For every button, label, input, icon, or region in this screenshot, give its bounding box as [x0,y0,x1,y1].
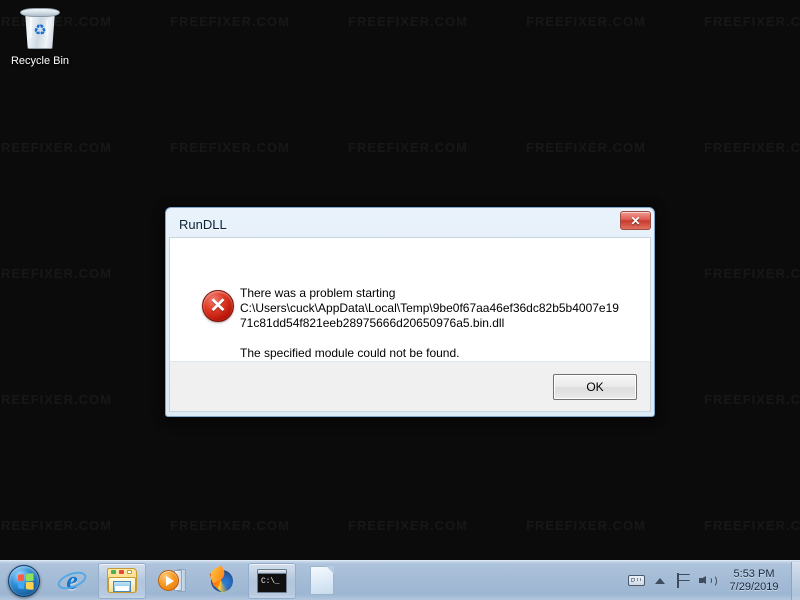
system-tray[interactable]: 5:53 PM 7/29/2019 [624,561,800,600]
watermark: FREEFIXER.COM [526,518,646,533]
internet-explorer-icon: e [55,566,89,595]
folder-icon [107,567,137,594]
show-desktop-button[interactable] [791,561,800,600]
dialog-title: RunDLL [179,216,227,232]
media-player-icon [158,568,186,594]
watermark: FREEFIXER.COM [170,140,290,155]
watermark: FREEFIXER.COM [526,14,646,29]
desktop[interactable]: FREEFIXER.COM FREEFIXER.COM FREEFIXER.COM F… [0,0,800,560]
watermark: FREEFIXER.COM [348,518,468,533]
taskbar-button-windows-explorer[interactable] [98,562,146,599]
dialog-message: There was a problem starting C:\Users\cu… [240,286,636,361]
dialog-footer: OK [169,361,651,412]
watermark: FREEFIXER.COM [704,14,800,29]
volume-speaker-icon[interactable] [696,566,720,596]
watermark: FREEFIXER.COM [704,518,800,533]
rundll-error-dialog[interactable]: RunDLL ✕ ✕ There was a problem starting … [165,207,655,417]
tablet-input-panel-icon[interactable] [624,566,648,596]
message-line: 71c81dd54f821eeb28975666d20650976a5.bin.… [240,316,505,330]
show-hidden-icons-icon[interactable] [648,566,672,596]
taskbar-button-windows-media-player[interactable] [148,563,196,599]
secondary-message: The specified module could not be found. [240,346,460,360]
error-icon: ✕ [202,290,234,322]
dialog-titlebar[interactable]: RunDLL ✕ [169,211,651,237]
desktop-icon-label: Recycle Bin [10,55,70,67]
taskbar-button-firefox[interactable] [198,563,246,599]
taskbar-button-internet-explorer[interactable]: e [48,563,96,599]
ok-button[interactable]: OK [553,374,637,400]
close-glyph: ✕ [630,213,641,228]
recycle-bin-icon: ♻ [20,6,60,50]
clock-date: 7/29/2019 [729,580,779,593]
watermark: FREEFIXER.COM [0,518,112,533]
start-button[interactable] [2,562,46,600]
watermark: FREEFIXER.COM [0,266,112,281]
document-icon [310,566,334,595]
watermark: FREEFIXER.COM [0,140,112,155]
error-x-glyph: ✕ [209,295,227,317]
clock-time: 5:53 PM [733,567,775,580]
watermark: FREEFIXER.COM [704,392,800,407]
taskbar[interactable]: e C:\_ 5:53 PM 7/29/2019 [0,560,800,600]
dialog-body: ✕ There was a problem starting C:\Users\… [169,237,651,361]
firefox-icon [207,564,236,595]
watermark: FREEFIXER.COM [170,518,290,533]
clock[interactable]: 5:53 PM 7/29/2019 [720,568,788,594]
watermark: FREEFIXER.COM [526,140,646,155]
windows-logo-icon [8,564,40,597]
command-prompt-icon: C:\_ [257,568,287,593]
watermark: FREEFIXER.COM [0,392,112,407]
desktop-icon-recycle-bin[interactable]: ♻ Recycle Bin [8,6,72,68]
action-center-flag-icon[interactable] [672,566,696,596]
watermark: FREEFIXER.COM [704,266,800,281]
close-icon[interactable]: ✕ [620,211,651,230]
message-line: C:\Users\cuck\AppData\Local\Temp\9be0f67… [240,301,619,315]
watermark: FREEFIXER.COM [704,140,800,155]
watermark: FREEFIXER.COM [348,14,468,29]
taskbar-button-document[interactable] [298,563,346,599]
watermark: FREEFIXER.COM [348,140,468,155]
watermark: FREEFIXER.COM [170,14,290,29]
message-line: There was a problem starting [240,286,396,300]
taskbar-button-command-prompt[interactable]: C:\_ [248,562,296,599]
